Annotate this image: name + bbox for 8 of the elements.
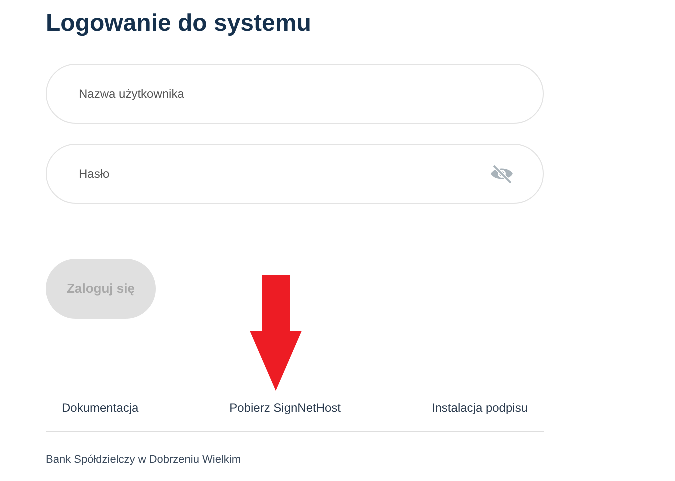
hidden-eye-icon[interactable] <box>490 164 514 184</box>
footer-link[interactable]: Instalacja podpisu <box>432 399 528 417</box>
bank-name: Bank Spółdzielczy w Dobrzeniu Wielkim <box>46 453 242 468</box>
password-field[interactable]: Hasło <box>46 144 544 204</box>
page-title: Logowanie do systemu <box>46 9 312 38</box>
footer-link[interactable]: Dokumentacja <box>62 399 139 417</box>
username-field[interactable]: Nazwa użytkownika <box>46 64 544 124</box>
footer-link[interactable]: Pobierz SignNetHost <box>230 399 342 417</box>
